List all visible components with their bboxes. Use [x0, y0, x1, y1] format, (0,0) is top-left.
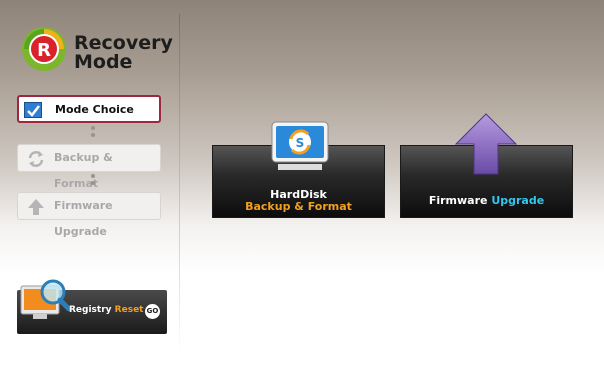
recovery-logo-icon: R	[22, 27, 66, 71]
step-connector-dots	[91, 174, 95, 188]
registry-accent: Reset	[114, 305, 144, 315]
step-label: Backup & Format	[54, 151, 113, 190]
logo-title: Recovery Mode	[74, 34, 173, 72]
tile-title: Firmware Upgrade	[401, 194, 572, 207]
registry-prefix: Registry	[69, 305, 112, 315]
purple-up-arrow-icon	[454, 113, 518, 175]
recovery-mode-logo: R Recovery Mode	[20, 25, 180, 75]
step-mode-choice[interactable]: Mode Choice	[17, 95, 161, 123]
step-label: Firmware Upgrade	[54, 199, 113, 238]
logo-title-line2: Mode	[74, 51, 133, 73]
sidebar-divider	[179, 14, 180, 354]
tile-subtitle: Backup & Format	[245, 200, 352, 213]
up-arrow-icon	[28, 199, 44, 215]
sidebar: R Recovery Mode Mode Choice Backup & For…	[0, 0, 179, 365]
firmware-accent: Upgrade	[491, 194, 545, 207]
logo-badge-letter: R	[37, 40, 51, 61]
step-firmware-upgrade[interactable]: Firmware Upgrade	[17, 192, 161, 238]
firmware-prefix: Firmware	[428, 194, 488, 207]
step-backup-format[interactable]: Backup & Format	[17, 144, 161, 190]
go-icon: GO	[145, 304, 160, 319]
step-connector-dots	[91, 126, 95, 140]
monitor-magnifier-icon	[20, 279, 72, 319]
harddisk-sync-icon: S	[271, 121, 329, 170]
hdd-badge-letter: S	[296, 136, 305, 150]
registry-reset-button[interactable]: Registry Reset GO	[17, 279, 167, 334]
registry-reset-label: Registry Reset	[69, 305, 143, 315]
sync-arrows-icon	[28, 151, 44, 167]
step-label: Mode Choice	[55, 103, 134, 116]
checkbox-checked-icon	[24, 102, 42, 118]
